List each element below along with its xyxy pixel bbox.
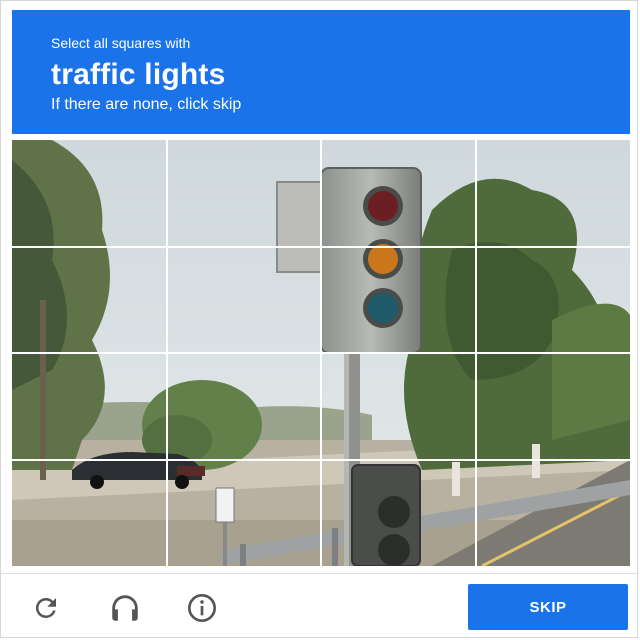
grid-tile[interactable] xyxy=(321,247,476,354)
challenge-hint: If there are none, click skip xyxy=(51,96,242,113)
grid-divider xyxy=(12,458,630,461)
grid-tile[interactable] xyxy=(12,247,167,354)
challenge-target: traffic lights xyxy=(51,58,226,91)
challenge-header: Select all squares with traffic lights I… xyxy=(12,10,630,134)
grid-tile[interactable] xyxy=(12,140,167,247)
tile-grid xyxy=(12,140,630,566)
grid-divider xyxy=(12,352,630,354)
grid-tile[interactable] xyxy=(476,247,631,354)
reload-icon[interactable] xyxy=(29,591,63,625)
grid-tile[interactable] xyxy=(321,353,476,460)
headphones-icon[interactable] xyxy=(108,591,142,625)
grid-tile[interactable] xyxy=(476,353,631,460)
grid-tile[interactable] xyxy=(12,353,167,460)
info-icon[interactable] xyxy=(185,591,219,625)
grid-tile[interactable] xyxy=(167,353,322,460)
footer-divider xyxy=(1,573,639,574)
challenge-instruction: Select all squares with xyxy=(51,35,191,51)
captcha-dialog: Select all squares with traffic lights I… xyxy=(0,0,639,638)
skip-button[interactable]: SKIP xyxy=(468,584,628,630)
grid-tile[interactable] xyxy=(167,140,322,247)
grid-tile[interactable] xyxy=(476,460,631,567)
image-grid xyxy=(12,140,630,566)
grid-tile[interactable] xyxy=(12,460,167,567)
grid-tile[interactable] xyxy=(321,140,476,247)
grid-divider xyxy=(12,245,630,248)
grid-tile[interactable] xyxy=(321,460,476,567)
grid-tile[interactable] xyxy=(476,140,631,247)
grid-tile[interactable] xyxy=(167,460,322,567)
grid-tile[interactable] xyxy=(167,247,322,354)
